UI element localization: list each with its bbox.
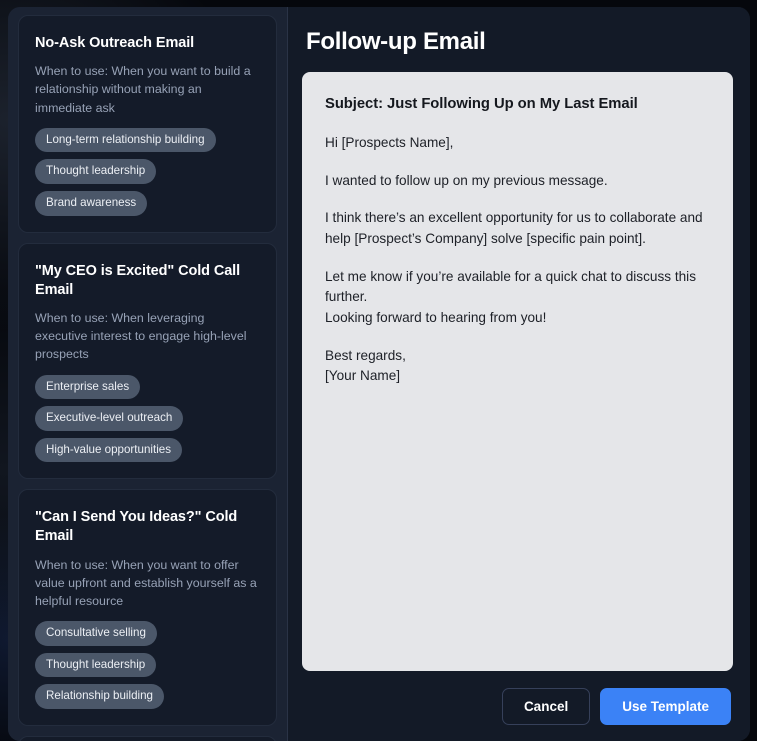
template-list-scroll[interactable]: No-Ask Outreach Email When to use: When … — [8, 7, 287, 741]
email-subject-line: Subject: Just Following Up on My Last Em… — [325, 96, 638, 112]
template-list-panel[interactable]: No-Ask Outreach Email When to use: When … — [8, 7, 288, 741]
template-card-title: "My CEO is Excited" Cold Call Email — [35, 262, 241, 298]
template-card-description: When to use: When you want to build a re… — [35, 64, 251, 115]
template-card-title: "Can I Send You Ideas?" Cold Email — [35, 509, 238, 545]
template-tag: Thought leadership — [35, 652, 157, 678]
email-paragraph: Best regards, [Your Name] — [325, 347, 406, 384]
template-card-no-ask-outreach-email[interactable]: No-Ask Outreach Email When to use: When … — [18, 15, 277, 233]
template-card-tags: Long-term relationship building Thought … — [35, 127, 260, 216]
email-paragraph: Hi [Prospects Name], — [325, 135, 454, 150]
template-card-title: No-Ask Outreach Email — [35, 35, 195, 51]
email-paragraph: I think there’s an excellent opportunity… — [325, 210, 703, 246]
template-tag: Brand awareness — [35, 191, 148, 216]
template-card-tags: Enterprise sales Executive-level outreac… — [35, 374, 260, 463]
email-preview-card: Subject: Just Following Up on My Last Em… — [302, 72, 733, 671]
page-title: Follow-up Email — [306, 28, 486, 55]
template-tag: High-value opportunities — [35, 437, 183, 463]
email-paragraph: Let me know if you’re available for a qu… — [325, 268, 696, 325]
template-card-can-i-send-you-ideas-cold-email[interactable]: "Can I Send You Ideas?" Cold Email When … — [18, 489, 277, 727]
template-tag: Consultative selling — [35, 621, 157, 646]
modal-footer: Cancel Use Template — [302, 671, 733, 725]
cancel-button[interactable]: Cancel — [501, 687, 591, 725]
email-paragraph: I wanted to follow up on my previous mes… — [325, 172, 608, 188]
template-card-description: When to use: When you want to offer valu… — [35, 557, 257, 609]
template-picker-modal: No-Ask Outreach Email When to use: When … — [8, 7, 750, 741]
template-tag: Executive-level outreach — [35, 406, 184, 431]
use-template-button[interactable]: Use Template — [600, 687, 731, 725]
template-tag: Long-term relationship building — [35, 127, 216, 153]
email-body: Hi [Prospects Name], I wanted to follow … — [325, 133, 710, 387]
template-card-making-connections-cold-email[interactable]: The "Making Connections" Cold Email When… — [18, 736, 277, 741]
template-card-tags: Consultative selling Thought leadership … — [35, 621, 260, 710]
template-detail-panel: Follow-up Email Subject: Just Following … — [288, 7, 750, 741]
template-tag: Thought leadership — [35, 159, 157, 185]
template-card-my-ceo-is-excited-cold-call-email[interactable]: "My CEO is Excited" Cold Call Email When… — [18, 242, 277, 480]
template-tag: Relationship building — [35, 684, 164, 710]
template-tag: Enterprise sales — [35, 374, 141, 400]
template-card-description: When to use: When leveraging executive i… — [35, 310, 247, 362]
